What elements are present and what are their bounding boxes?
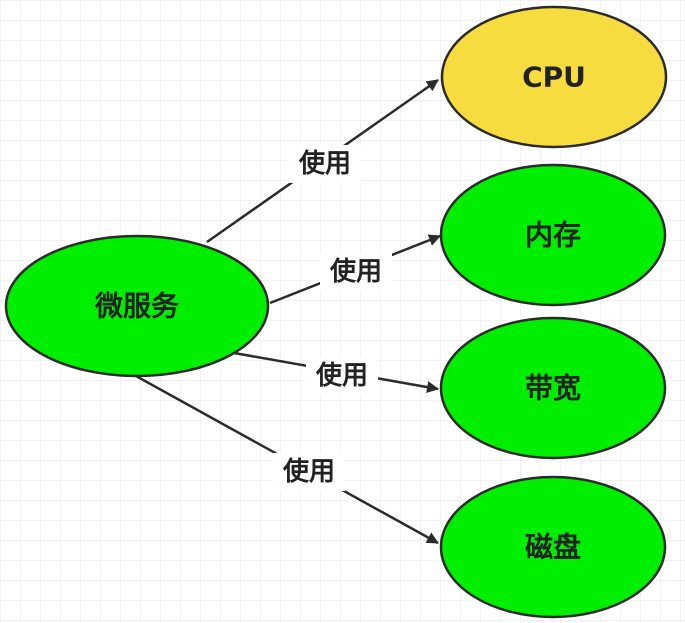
node-microservice-label: 微服务 — [94, 290, 179, 323]
node-bandwidth-label: 带宽 — [525, 372, 581, 405]
edge-label-cpu: 使用 — [298, 149, 351, 179]
node-disk[interactable]: 磁盘 — [439, 475, 667, 619]
edge-label-disk: 使用 — [282, 457, 335, 487]
node-microservice[interactable]: 微服务 — [4, 234, 270, 378]
node-cpu[interactable]: CPU — [440, 5, 668, 149]
diagram-canvas: 使用 使用 使用 使用 微服务 CPU 内存 带宽 磁盘 — [0, 0, 685, 623]
node-memory-label: 内存 — [525, 219, 581, 252]
node-memory[interactable]: 内存 — [439, 163, 667, 307]
edge-label-memory: 使用 — [329, 257, 382, 287]
node-bandwidth[interactable]: 带宽 — [439, 316, 667, 460]
edge-label-bandwidth: 使用 — [315, 361, 368, 391]
node-cpu-label: CPU — [522, 61, 586, 94]
node-disk-label: 磁盘 — [525, 531, 581, 564]
